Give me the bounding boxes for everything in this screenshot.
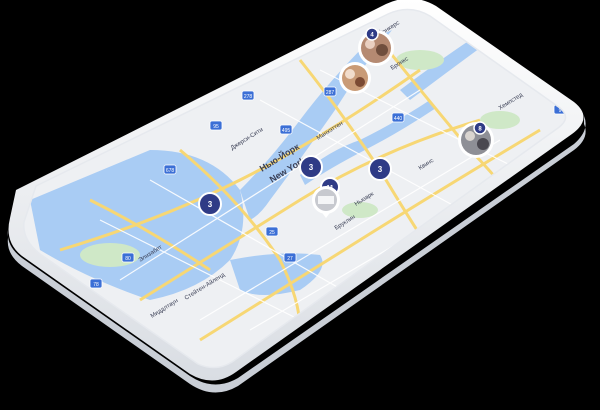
highway-shield-number: 95 (213, 124, 219, 130)
highway-shield-number: 278 (244, 94, 253, 100)
cluster-manhattan[interactable]: 3 (299, 155, 323, 179)
highway-shield-number: 25 (269, 230, 275, 236)
photo-pin-east[interactable]: 8 (458, 121, 494, 158)
cluster-queens[interactable]: 3 (368, 157, 392, 181)
cluster-jersey[interactable]: 3 (198, 192, 222, 216)
highway-shield: 80 (121, 252, 135, 263)
photo-pin-north-2[interactable] (339, 62, 371, 94)
highway-shield: 25 (265, 226, 279, 237)
highway-shield-number: 287 (326, 90, 335, 96)
phone-mockup-scene: Нью-Йорк New York Манхэттен Бруклин Квин… (0, 0, 600, 410)
highway-shield-number: 495 (282, 128, 291, 134)
highway-shield: 287 (323, 86, 337, 97)
highway-shield: 78 (89, 278, 103, 289)
highway-shield: 278 (241, 90, 255, 101)
highway-shield-number: 678 (166, 168, 175, 174)
highway-shield-number: 78 (93, 282, 99, 288)
svg-text:3: 3 (309, 163, 314, 172)
highway-shield: 440 (391, 112, 405, 123)
phone-mockup: Нью-Йорк New York Манхэттен Бруклин Квин… (7, 0, 586, 393)
highway-shield: 495 (279, 124, 293, 135)
svg-text:3: 3 (378, 165, 383, 174)
svg-text:3: 3 (208, 200, 213, 209)
highway-shield-number: 440 (394, 116, 403, 122)
highway-shield: 95 (209, 120, 223, 131)
highway-shield-number: 27 (287, 256, 293, 262)
highway-shield: 678 (163, 164, 177, 175)
highway-shield-number: 80 (125, 256, 131, 262)
highway-shield: 27 (283, 252, 297, 263)
